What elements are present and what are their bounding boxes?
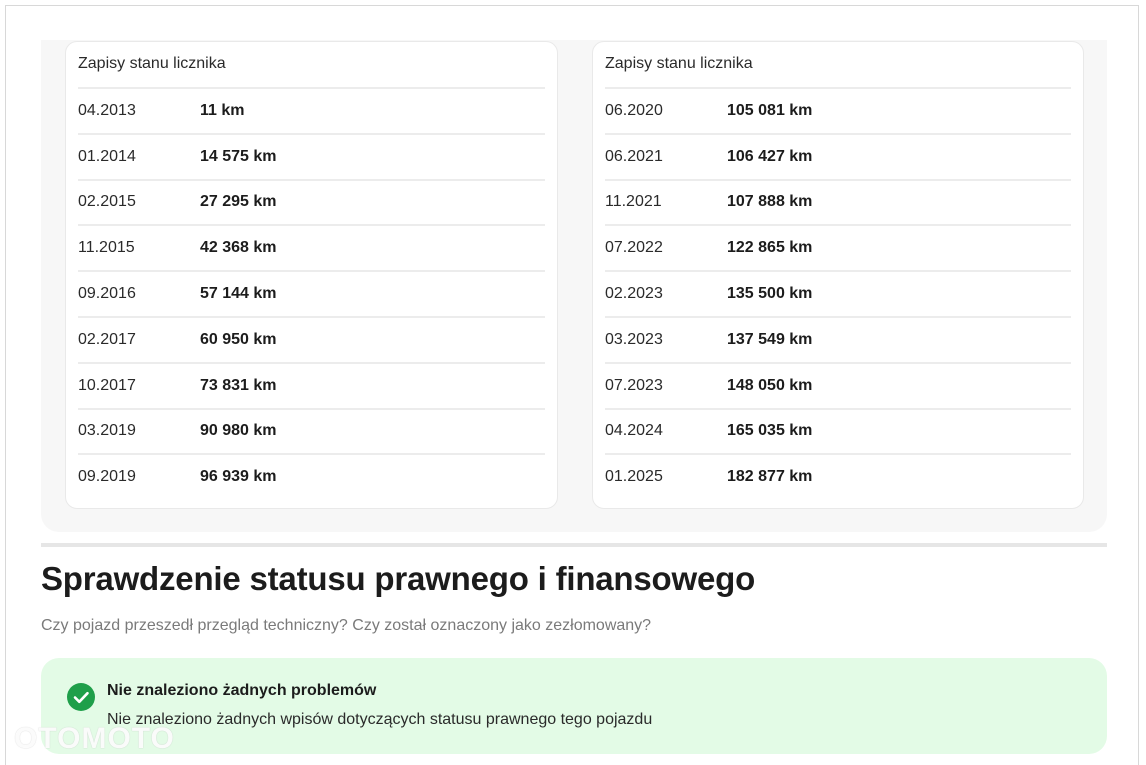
mileage-date: 09.2016	[78, 285, 136, 303]
mileage-date: 07.2023	[605, 376, 663, 394]
mileage-list: 06.2020 105 081 km 06.2021 106 427 km 11.2…	[605, 87, 1071, 499]
card-title: Zapisy stanu licznika	[605, 55, 753, 72]
mileage-row: 02.2017 60 950 km	[78, 315, 545, 362]
mileage-value: 27 295 km	[200, 193, 277, 211]
mileage-value: 106 427 km	[727, 147, 813, 165]
mileage-row: 02.2023 135 500 km	[605, 270, 1071, 316]
mileage-date: 06.2021	[605, 147, 663, 165]
mileage-row: 09.2016 57 144 km	[78, 270, 545, 316]
mileage-value: 57 144 km	[200, 285, 277, 303]
mileage-row: 06.2021 106 427 km	[605, 132, 1071, 179]
mileage-date: 01.2025	[605, 468, 663, 486]
mileage-value: 137 549 km	[727, 330, 813, 348]
mileage-date: 11.2015	[78, 239, 135, 257]
mileage-row: 07.2022 122 865 km	[605, 224, 1071, 270]
mileage-card-right: Zapisy stanu licznika 06.2020 105 081 km …	[592, 41, 1084, 509]
mileage-value: 165 035 km	[727, 422, 813, 440]
mileage-date: 02.2017	[78, 330, 136, 348]
mileage-date: 03.2019	[78, 422, 136, 440]
mileage-value: 105 081 km	[727, 101, 813, 119]
mileage-row: 04.2024 165 035 km	[605, 407, 1071, 454]
mileage-row: 09.2019 96 939 km	[78, 453, 545, 499]
mileage-row: 03.2023 137 549 km	[605, 315, 1071, 362]
mileage-row: 11.2021 107 888 km	[605, 178, 1071, 225]
mileage-value: 11 km	[200, 101, 245, 119]
status-title: Nie znaleziono żadnych problemów	[107, 682, 377, 699]
section-subtitle: Czy pojazd przeszedł przegląd techniczny…	[41, 617, 652, 634]
mileage-value: 60 950 km	[200, 330, 277, 348]
mileage-row: 01.2014 14 575 km	[78, 132, 545, 179]
section-title: Sprawdzenie statusu prawnego i finansowe…	[41, 560, 756, 597]
mileage-value: 96 939 km	[200, 468, 277, 486]
mileage-date: 09.2019	[78, 468, 136, 486]
mileage-row: 10.2017 73 831 km	[78, 361, 545, 408]
mileage-date: 01.2014	[78, 147, 136, 165]
mileage-row: 06.2020 105 081 km	[605, 87, 1071, 133]
mileage-value: 42 368 km	[200, 239, 277, 257]
mileage-date: 02.2015	[78, 193, 136, 211]
mileage-row: 11.2015 42 368 km	[78, 224, 545, 270]
status-result-box: Nie znaleziono żadnych problemów Nie zna…	[41, 658, 1107, 754]
mileage-row: 03.2019 90 980 km	[78, 407, 545, 454]
mileage-row: 01.2025 182 877 km	[605, 453, 1071, 499]
watermark-logo: OTOMOTO	[14, 722, 175, 755]
mileage-value: 107 888 km	[727, 193, 813, 211]
mileage-value: 73 831 km	[200, 376, 277, 394]
mileage-value: 122 865 km	[727, 239, 813, 257]
mileage-row: 02.2015 27 295 km	[78, 178, 545, 225]
mileage-date: 10.2017	[78, 376, 136, 394]
mileage-date: 02.2023	[605, 285, 663, 303]
check-circle-icon	[67, 683, 95, 711]
section-divider	[41, 543, 1107, 547]
mileage-date: 06.2020	[605, 101, 663, 119]
mileage-date: 11.2021	[605, 193, 662, 211]
mileage-date: 03.2023	[605, 330, 663, 348]
status-description: Nie znaleziono żadnych wpisów dotyczącyc…	[107, 711, 653, 728]
mileage-list: 04.2013 11 km 01.2014 14 575 km 02.2015 27 …	[78, 87, 545, 499]
card-title: Zapisy stanu licznika	[78, 55, 226, 72]
mileage-date: 07.2022	[605, 239, 663, 257]
mileage-value: 182 877 km	[727, 468, 813, 486]
mileage-value: 14 575 km	[200, 147, 277, 165]
mileage-value: 90 980 km	[200, 422, 277, 440]
mileage-card-left: Zapisy stanu licznika 04.2013 11 km 01.20…	[65, 41, 558, 509]
mileage-date: 04.2024	[605, 422, 663, 440]
mileage-row: 07.2023 148 050 km	[605, 361, 1071, 408]
mileage-value: 148 050 km	[727, 376, 813, 394]
mileage-row: 04.2013 11 km	[78, 87, 545, 133]
mileage-date: 04.2013	[78, 101, 136, 119]
mileage-value: 135 500 km	[727, 285, 813, 303]
